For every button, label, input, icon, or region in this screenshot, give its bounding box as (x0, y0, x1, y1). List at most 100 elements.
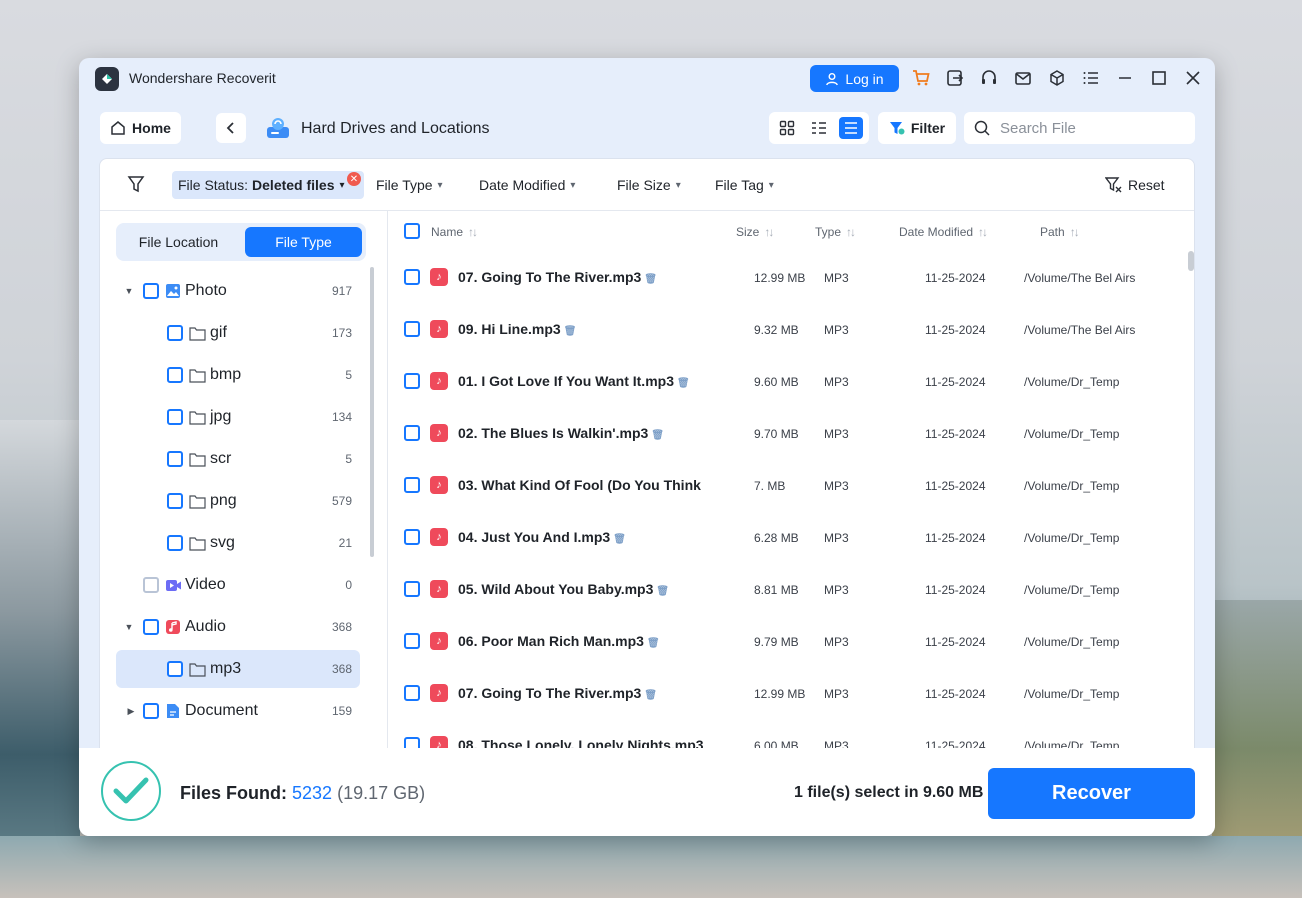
row-checkbox[interactable] (404, 685, 420, 701)
tree-item-count: 917 (331, 284, 352, 298)
checkbox[interactable] (167, 493, 183, 509)
table-row[interactable]: ♪ 03. What Kind Of Fool (Do You Think I🗑 7… (389, 459, 1179, 511)
tree-item-png[interactable]: png 579 (116, 482, 360, 520)
results-panel: File Status: Deleted files ▾ ✕ File Type… (99, 158, 1195, 758)
minimize-icon[interactable] (1115, 68, 1135, 88)
checkbox[interactable] (167, 325, 183, 341)
tree-item-svg[interactable]: svg 21 (116, 524, 360, 562)
tree-item-jpg[interactable]: jpg 134 (116, 398, 360, 436)
row-checkbox[interactable] (404, 633, 420, 649)
file-status-chip[interactable]: File Status: Deleted files ▾ (172, 171, 364, 199)
file-name-cell: 04. Just You And I.mp3 🗑 (458, 529, 626, 545)
checkbox[interactable] (143, 577, 159, 593)
login-button[interactable]: Log in (810, 65, 899, 92)
tree-item-mp3[interactable]: mp3 368 (116, 650, 360, 688)
file-tag-dropdown[interactable]: File Tag ▾ (715, 177, 774, 193)
tree-item-gif[interactable]: gif 173 (116, 314, 360, 352)
file-size: 9.79 MB (754, 635, 799, 649)
checkbox[interactable] (167, 367, 183, 383)
audio-file-icon: ♪ (430, 476, 448, 494)
close-icon[interactable] (1183, 68, 1203, 88)
back-button[interactable] (216, 113, 246, 143)
reset-button[interactable]: Reset (1105, 176, 1165, 193)
tree-item-count: 134 (331, 410, 352, 424)
sidebar-scrollbar[interactable] (370, 267, 374, 557)
column-path[interactable]: Path ↑↓ (1040, 225, 1080, 239)
mail-icon[interactable] (1013, 68, 1033, 88)
tree-item-document[interactable]: ▶ Document 159 (116, 692, 360, 730)
date-modified-dropdown[interactable]: Date Modified ▾ (479, 177, 575, 193)
tab-file-type[interactable]: File Type (245, 227, 362, 257)
column-date-modified[interactable]: Date Modified ↑↓ (899, 225, 988, 239)
column-type[interactable]: Type ↑↓ (815, 225, 856, 239)
list-view-button[interactable] (839, 117, 863, 139)
list-scrollbar[interactable] (1188, 251, 1194, 271)
recover-button[interactable]: Recover (988, 768, 1195, 819)
caret-down-icon[interactable]: ▼ (124, 286, 134, 296)
column-size[interactable]: Size ↑↓ (736, 225, 774, 239)
row-checkbox[interactable] (404, 529, 420, 545)
export-icon[interactable] (945, 68, 965, 88)
headset-icon[interactable] (979, 68, 999, 88)
search-input[interactable] (1000, 119, 1180, 137)
file-type-dropdown[interactable]: File Type ▾ (376, 177, 443, 193)
funnel-icon[interactable] (127, 175, 145, 198)
tree-item-count: 21 (338, 536, 352, 550)
table-row[interactable]: ♪ 06. Poor Man Rich Man.mp3 🗑 9.79 MB MP3 11-… (389, 615, 1179, 667)
maximize-icon[interactable] (1149, 68, 1169, 88)
table-row[interactable]: ♪ 01. I Got Love If You Want It.mp3 🗑 9.60 … (389, 355, 1179, 407)
table-row[interactable]: ♪ 04. Just You And I.mp3 🗑 6.28 MB MP3 11-25-… (389, 511, 1179, 563)
checkbox[interactable] (167, 409, 183, 425)
home-button[interactable]: Home (100, 112, 181, 144)
checkbox[interactable] (143, 283, 159, 299)
caret-right-icon[interactable]: ▶ (126, 706, 136, 716)
file-size: 9.60 MB (754, 375, 799, 389)
search-icon (974, 120, 990, 136)
row-checkbox[interactable] (404, 373, 420, 389)
audio-file-icon: ♪ (430, 320, 448, 338)
cart-icon[interactable] (911, 68, 931, 88)
table-row[interactable]: ♪ 05. Wild About You Baby.mp3 🗑 8.81 MB MP3 1… (389, 563, 1179, 615)
grid-view-button[interactable] (775, 117, 799, 139)
clear-chip-icon[interactable]: ✕ (347, 172, 361, 186)
row-checkbox[interactable] (404, 581, 420, 597)
menu-icon[interactable] (1081, 68, 1101, 88)
list-header: Name ↑↓ Size ↑↓ Type ↑↓ Date Modified ↑↓… (389, 211, 1194, 251)
checkbox[interactable] (167, 661, 183, 677)
column-name[interactable]: Name ↑↓ (431, 225, 478, 239)
tree-item-photo[interactable]: ▼ Photo 917 (116, 272, 360, 310)
table-row[interactable]: ♪ 07. Going To The River.mp3 🗑 12.99 MB MP3 1… (389, 667, 1179, 719)
checkbox[interactable] (143, 619, 159, 635)
checkbox[interactable] (167, 535, 183, 551)
select-all-checkbox[interactable] (404, 223, 420, 239)
login-label: Log in (845, 70, 884, 87)
tree-item-scr[interactable]: scr 5 (116, 440, 360, 478)
file-type: MP3 (824, 323, 849, 337)
table-row[interactable]: ♪ 07. Going To The River.mp3 🗑 12.99 MB MP3 1… (389, 251, 1179, 303)
table-row[interactable]: ♪ 09. Hi Line.mp3 🗑 9.32 MB MP3 11-25-2024/Vo… (389, 303, 1179, 355)
file-type: MP3 (824, 427, 849, 441)
cube-icon[interactable] (1047, 68, 1067, 88)
row-checkbox[interactable] (404, 477, 420, 493)
filter-button[interactable]: Filter (878, 112, 956, 144)
file-date: 11-25-2024 (925, 687, 986, 701)
checkbox[interactable] (167, 451, 183, 467)
file-size-dropdown[interactable]: File Size ▾ (617, 177, 681, 193)
file-list: Name ↑↓ Size ↑↓ Type ↑↓ Date Modified ↑↓… (389, 211, 1194, 757)
tree-item-bmp[interactable]: bmp 5 (116, 356, 360, 394)
caret-down-icon[interactable]: ▼ (124, 622, 134, 632)
row-checkbox[interactable] (404, 269, 420, 285)
detail-view-button[interactable] (807, 117, 831, 139)
file-type: MP3 (824, 531, 849, 545)
checkbox[interactable] (143, 703, 159, 719)
app-logo-icon (95, 67, 119, 91)
file-name: 04. Just You And I.mp3 (458, 529, 611, 545)
tree-item-video[interactable]: Video 0 (116, 566, 360, 604)
tab-file-location[interactable]: File Location (120, 227, 237, 257)
filter-icon (889, 122, 905, 135)
row-checkbox[interactable] (404, 425, 420, 441)
table-row[interactable]: ♪ 02. The Blues Is Walkin'.mp3 🗑 9.70 MB MP3… (389, 407, 1179, 459)
tree-item-audio[interactable]: ▼ Audio 368 (116, 608, 360, 646)
date-modified-dropdown-label: Date Modified (479, 177, 566, 193)
row-checkbox[interactable] (404, 321, 420, 337)
